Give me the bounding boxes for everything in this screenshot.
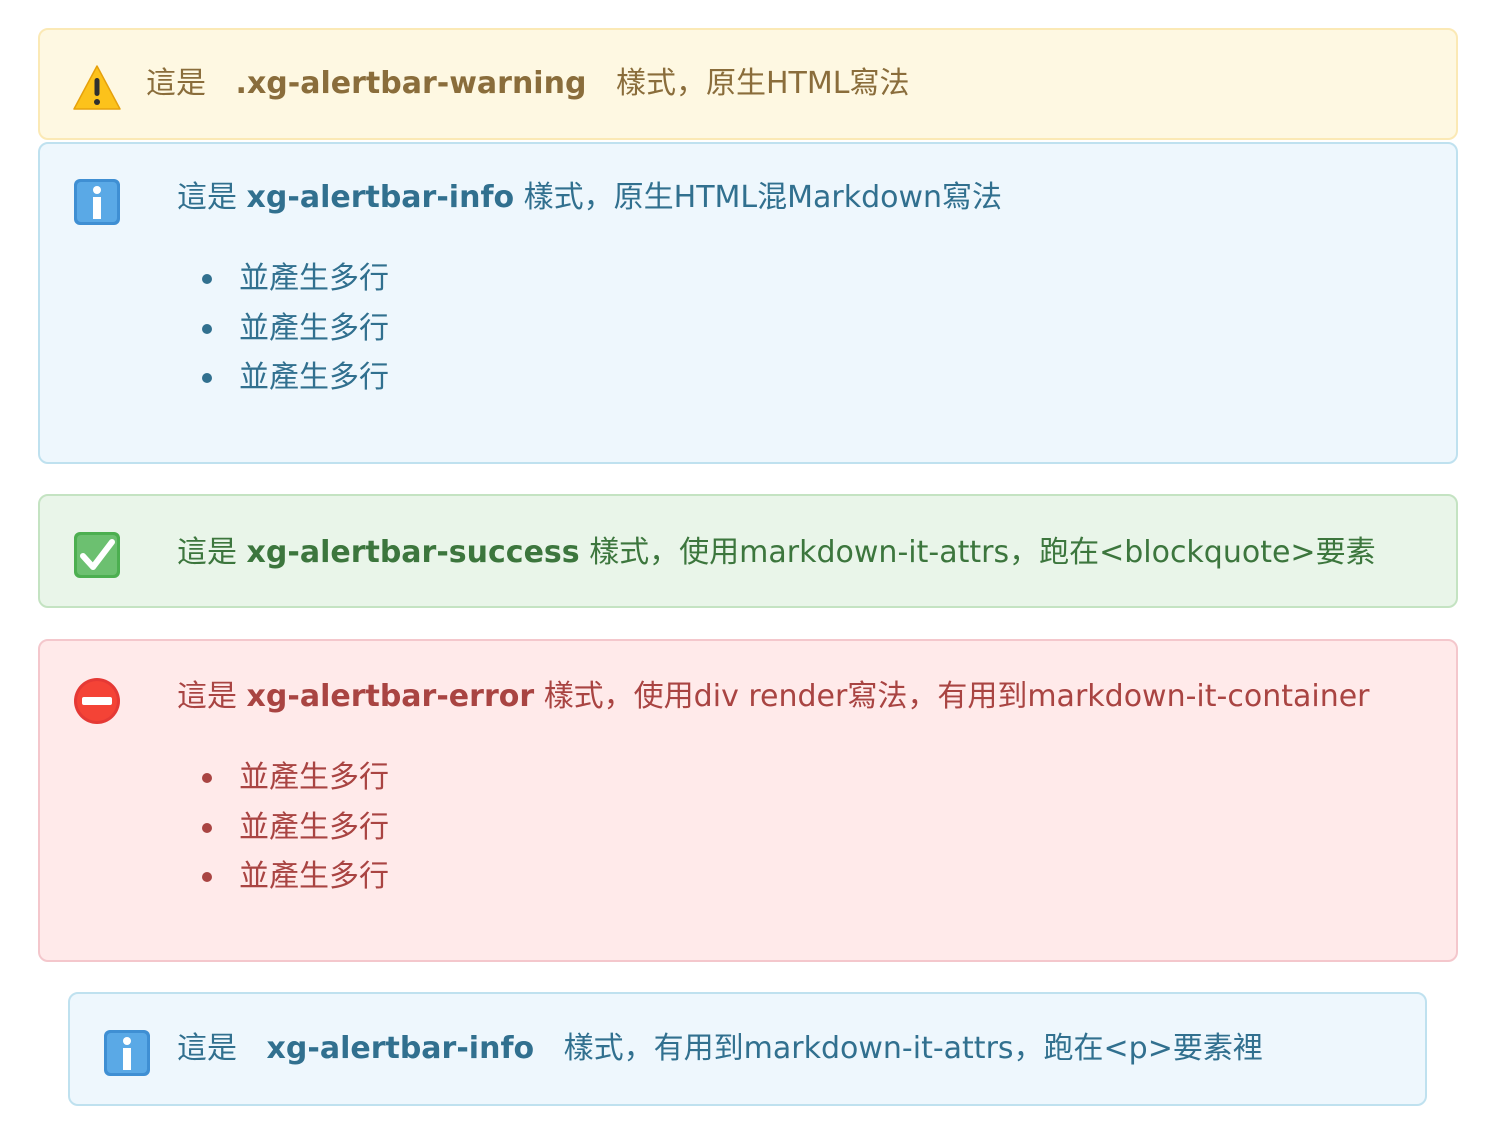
info-icon xyxy=(72,177,122,227)
alertbar-error: 這是 xg-alertbar-error 樣式，使用div render寫法，有… xyxy=(38,639,1458,962)
alertbar-prefix: 這是 xyxy=(177,535,237,570)
list-item: 並產生多行 xyxy=(202,360,389,410)
alertbar-suffix: 樣式，使用div render寫法，有用到markdown-it-contain… xyxy=(543,679,1370,714)
alertbar-suffix: 樣式，原生HTML混Markdown寫法 xyxy=(523,180,1003,215)
alertbar-class-name: xg-alertbar-error xyxy=(246,679,535,714)
list-item: 並產生多行 xyxy=(202,261,389,311)
alertbar-text: 這是 xg-alertbar-success 樣式，使用markdown-it-… xyxy=(177,535,1376,571)
warning-icon xyxy=(72,63,122,113)
info-icon xyxy=(102,1028,152,1078)
alertbar-suffix: 樣式，使用markdown-it-attrs，跑在<blockquote>要素 xyxy=(589,535,1376,570)
alertbar-prefix: 這是 xyxy=(177,679,237,714)
list-item: 並產生多行 xyxy=(202,810,389,860)
no-entry-icon xyxy=(72,676,122,726)
alertbar-class-name: .xg-alertbar-warning xyxy=(235,66,587,101)
alertbar-class-name: xg-alertbar-info xyxy=(246,180,515,215)
alertbar-list: 並產生多行 並產生多行 並產生多行 xyxy=(202,261,389,410)
alertbar-list: 並產生多行 並產生多行 並產生多行 xyxy=(202,760,389,909)
alertbar-text: 這是 xg-alertbar-info 樣式，有用到markdown-it-at… xyxy=(177,1031,1263,1067)
alertbar-text: 這是 xg-alertbar-info 樣式，原生HTML混Markdown寫法 xyxy=(177,180,1002,216)
list-item: 並產生多行 xyxy=(202,311,389,361)
alertbar-suffix: 樣式，原生HTML寫法 xyxy=(615,66,910,101)
alertbar-info-p: 這是 xg-alertbar-info 樣式，有用到markdown-it-at… xyxy=(68,992,1427,1106)
alertbar-text: 這是 .xg-alertbar-warning 樣式，原生HTML寫法 xyxy=(146,66,909,102)
alertbar-warning: 這是 .xg-alertbar-warning 樣式，原生HTML寫法 xyxy=(38,28,1458,140)
list-item: 並產生多行 xyxy=(202,859,389,909)
alertbar-prefix: 這是 xyxy=(177,1031,237,1066)
alertbar-success: 這是 xg-alertbar-success 樣式，使用markdown-it-… xyxy=(38,494,1458,608)
check-icon xyxy=(72,530,122,580)
alertbar-prefix: 這是 xyxy=(177,180,237,215)
alertbar-class-name: xg-alertbar-info xyxy=(266,1031,535,1066)
list-item: 並產生多行 xyxy=(202,760,389,810)
alertbar-suffix: 樣式，有用到markdown-it-attrs，跑在<p>要素裡 xyxy=(563,1031,1263,1066)
alertbar-prefix: 這是 xyxy=(146,66,206,101)
alertbar-text: 這是 xg-alertbar-error 樣式，使用div render寫法，有… xyxy=(177,679,1370,715)
alertbar-class-name: xg-alertbar-success xyxy=(246,535,580,570)
alertbar-info: 這是 xg-alertbar-info 樣式，原生HTML混Markdown寫法… xyxy=(38,142,1458,464)
